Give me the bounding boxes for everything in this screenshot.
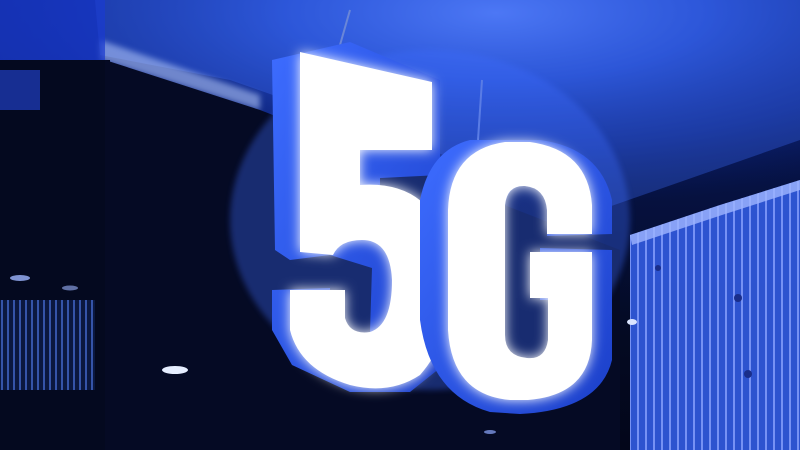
left-wall	[0, 60, 110, 450]
right-spotlight	[627, 319, 637, 325]
panel-screw	[734, 294, 742, 302]
panel-screw-3	[655, 265, 661, 271]
panel-screw-2	[744, 370, 752, 378]
left-ceiling-spotlight-2	[62, 285, 78, 291]
floor-spotlight	[162, 366, 188, 374]
scene-illustration: 5 G	[0, 0, 800, 450]
left-ceiling-spotlight	[10, 275, 30, 281]
left-grill-panel	[0, 300, 95, 390]
left-ceiling-panel	[0, 0, 105, 60]
photo-scene: 5 G	[0, 0, 800, 450]
left-blue-panel	[0, 70, 40, 110]
small-light	[484, 430, 496, 434]
